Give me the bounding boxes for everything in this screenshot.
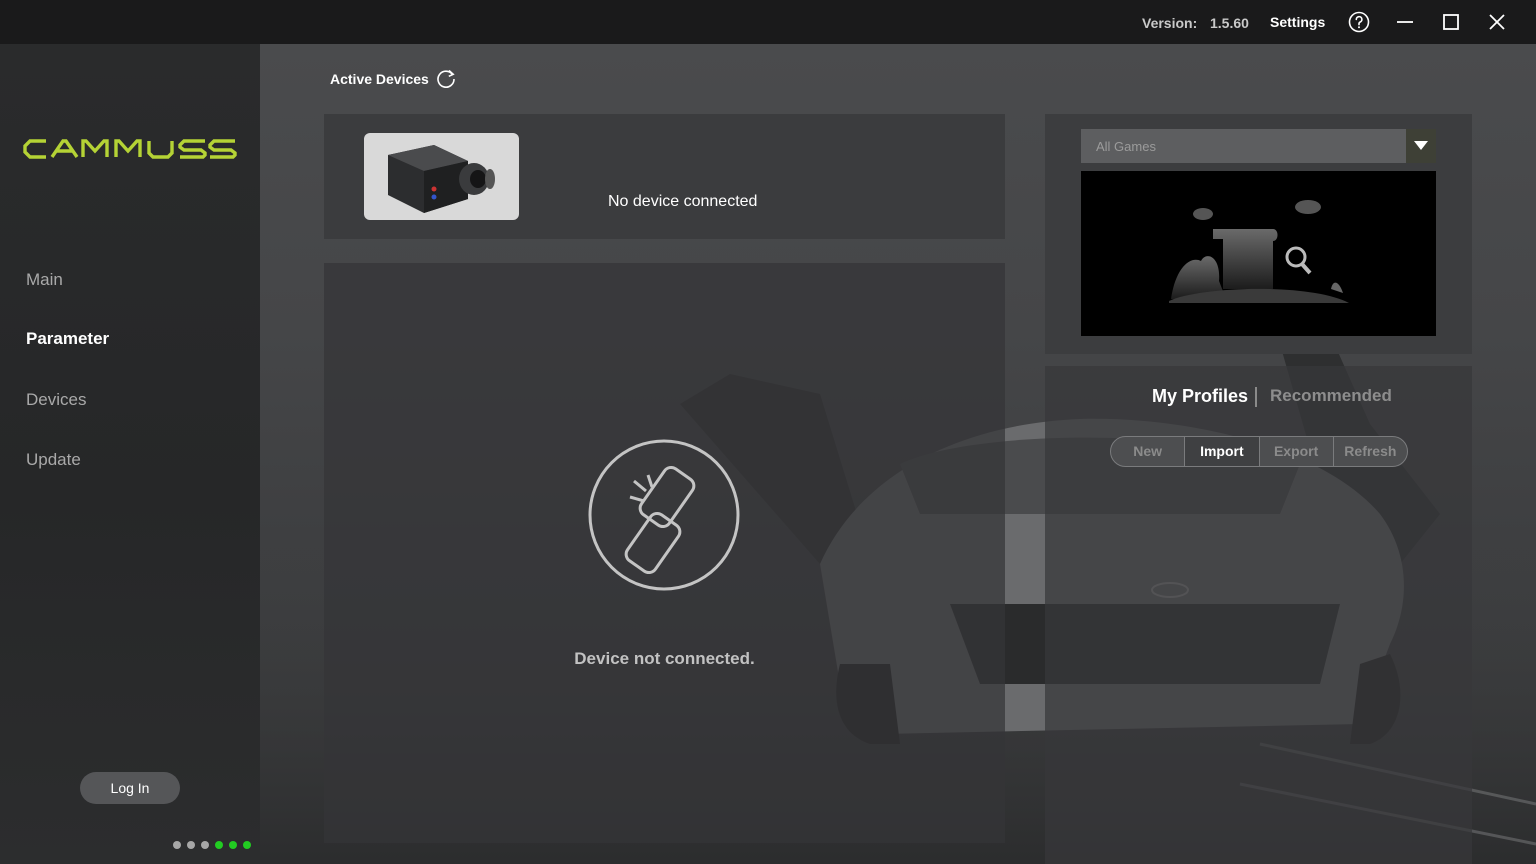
settings-button[interactable]: Settings <box>1270 14 1325 30</box>
tab-my-profiles[interactable]: My Profiles <box>1152 386 1248 407</box>
nav-parameter[interactable]: Parameter <box>26 329 109 349</box>
indicator-dot <box>173 841 181 849</box>
login-button[interactable]: Log In <box>80 772 180 804</box>
page-indicator <box>173 841 251 849</box>
tab-divider <box>1255 387 1257 407</box>
nav-devices[interactable]: Devices <box>26 390 86 410</box>
device-detail-panel: Device not connected. <box>324 263 1005 843</box>
indicator-dot <box>215 841 223 849</box>
dropdown-arrow[interactable] <box>1406 129 1436 163</box>
games-dropdown-value: All Games <box>1096 139 1156 154</box>
tab-recommended[interactable]: Recommended <box>1270 386 1392 406</box>
export-profile-button[interactable]: Export <box>1260 437 1334 466</box>
device-not-connected-message: Device not connected. <box>574 649 755 668</box>
nav-main[interactable]: Main <box>26 270 63 290</box>
device-status-text: No device connected <box>608 193 758 210</box>
main-area: Active Devices No device connected Devic… <box>260 44 1536 864</box>
games-panel: All Games <box>1045 114 1472 354</box>
import-profile-button[interactable]: Import <box>1185 437 1260 466</box>
profile-actions: New Import Export Refresh <box>1110 436 1408 467</box>
indicator-dot <box>201 841 209 849</box>
version-value: 1.5.60 <box>1210 15 1249 31</box>
broken-link-icon <box>588 439 740 591</box>
close-icon[interactable] <box>1485 10 1509 34</box>
sidebar: Main Parameter Devices Update Log In <box>0 44 260 864</box>
device-panel: No device connected <box>324 114 1005 239</box>
help-icon[interactable] <box>1347 10 1371 34</box>
refresh-profiles-button[interactable]: Refresh <box>1334 437 1407 466</box>
active-devices-label: Active Devices <box>330 71 429 87</box>
minimize-icon[interactable] <box>1393 10 1417 34</box>
empty-search-illustration <box>1169 200 1349 303</box>
device-thumbnail[interactable] <box>364 133 519 220</box>
indicator-dot <box>229 841 237 849</box>
wheel-base-image <box>388 145 495 213</box>
games-empty-state <box>1081 171 1436 336</box>
maximize-icon[interactable] <box>1439 10 1463 34</box>
indicator-dot <box>243 841 251 849</box>
refresh-icon[interactable] <box>435 68 457 90</box>
games-dropdown[interactable]: All Games <box>1081 129 1436 163</box>
new-profile-button[interactable]: New <box>1111 437 1186 466</box>
nav-update[interactable]: Update <box>26 450 81 470</box>
title-bar: Version: 1.5.60 Settings <box>0 0 1536 44</box>
version-label: Version: <box>1142 15 1198 31</box>
indicator-dot <box>187 841 195 849</box>
cammus-logo <box>23 139 237 159</box>
chevron-down-icon <box>1414 141 1428 150</box>
profiles-panel: My Profiles Recommended New Import Expor… <box>1045 366 1472 864</box>
